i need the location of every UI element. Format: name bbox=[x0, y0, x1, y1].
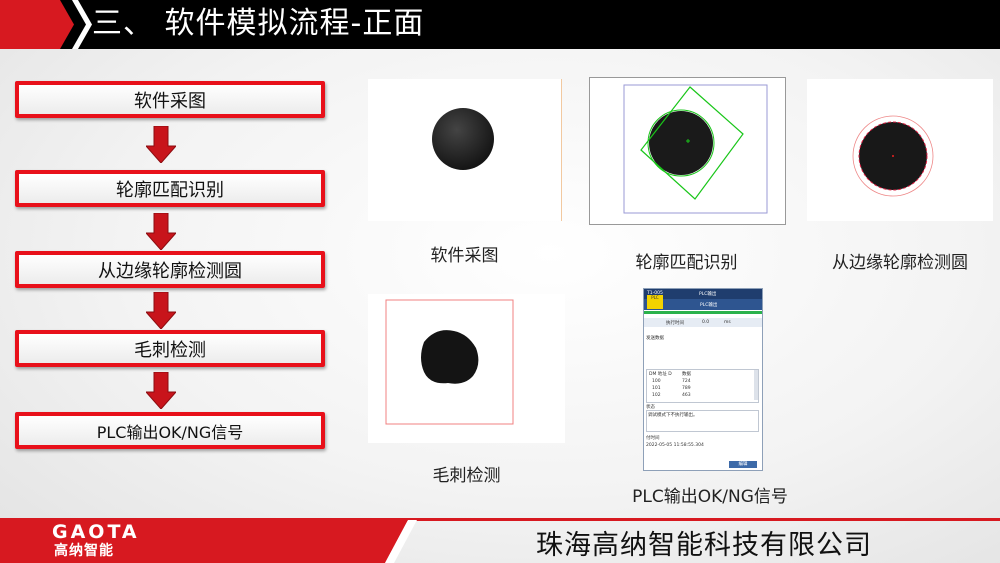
down-arrow-icon bbox=[146, 372, 176, 409]
status-text: 调试模式下不执行输出。 bbox=[648, 413, 698, 418]
burr-detect-overlay bbox=[385, 299, 514, 425]
flow-step-contour-match: 轮廓匹配识别 bbox=[15, 170, 325, 207]
flow-step-burr-detect: 毛刺检测 bbox=[15, 330, 325, 367]
contour-match-image bbox=[589, 77, 786, 225]
company-name: 珠海高纳智能科技有限公司 bbox=[536, 530, 872, 561]
flow-step-capture: 软件采图 bbox=[15, 81, 325, 118]
caption-plc-output: PLC输出OK/NG信号 bbox=[632, 487, 788, 507]
contour-match-overlay bbox=[623, 84, 768, 214]
exec-time-unit: ms bbox=[724, 320, 731, 325]
down-arrow-icon bbox=[146, 292, 176, 329]
time-value: 2022-05-05 11:58:55.304 bbox=[646, 443, 704, 448]
plc-badge: PLC bbox=[647, 295, 663, 309]
exec-time-label: 执行时间 bbox=[666, 321, 684, 326]
plc-table-scrollbar[interactable] bbox=[754, 370, 758, 400]
down-arrow-icon bbox=[146, 126, 176, 163]
header-red-chevron bbox=[0, 0, 74, 49]
caption-burr-detect: 毛刺检测 bbox=[432, 466, 501, 486]
exec-time-value: 0.0 bbox=[702, 320, 710, 325]
flow-step-plc-output: PLC输出OK/NG信号 bbox=[15, 412, 325, 449]
send-data-label: 发送数据 bbox=[646, 336, 664, 341]
plc-panel-name: PLC输出 bbox=[700, 303, 718, 308]
burr-detect-image bbox=[368, 294, 565, 443]
caption-capture: 软件采图 bbox=[430, 246, 499, 266]
capture-image bbox=[368, 79, 562, 221]
company-logo-cn: 高纳智能 bbox=[54, 543, 114, 559]
down-arrow-icon bbox=[146, 213, 176, 250]
time-label: 付时间 bbox=[646, 436, 660, 441]
edit-button[interactable]: 编辑 bbox=[729, 461, 757, 468]
black-ball-image bbox=[432, 108, 494, 170]
caption-circle-detect: 从边缘轮廓检测圆 bbox=[832, 253, 968, 273]
flow-step-circle-detect: 从边缘轮廓检测圆 bbox=[15, 251, 325, 288]
plc-data-table[interactable]: DM 地址 D 数据 100 724 101 789 102 463 bbox=[646, 369, 759, 403]
circle-detect-overlay bbox=[852, 115, 934, 197]
plc-window-name: PLC输出 bbox=[699, 292, 717, 297]
circle-detect-image bbox=[807, 79, 993, 221]
caption-contour-match: 轮廓匹配识别 bbox=[635, 253, 738, 273]
page-title: 三、 软件模拟流程-正面 bbox=[92, 6, 425, 41]
plc-output-window: T1-005 PLC输出 PLC输出 PLC 执行时间 0.0 ms 发送数据 … bbox=[643, 288, 763, 471]
